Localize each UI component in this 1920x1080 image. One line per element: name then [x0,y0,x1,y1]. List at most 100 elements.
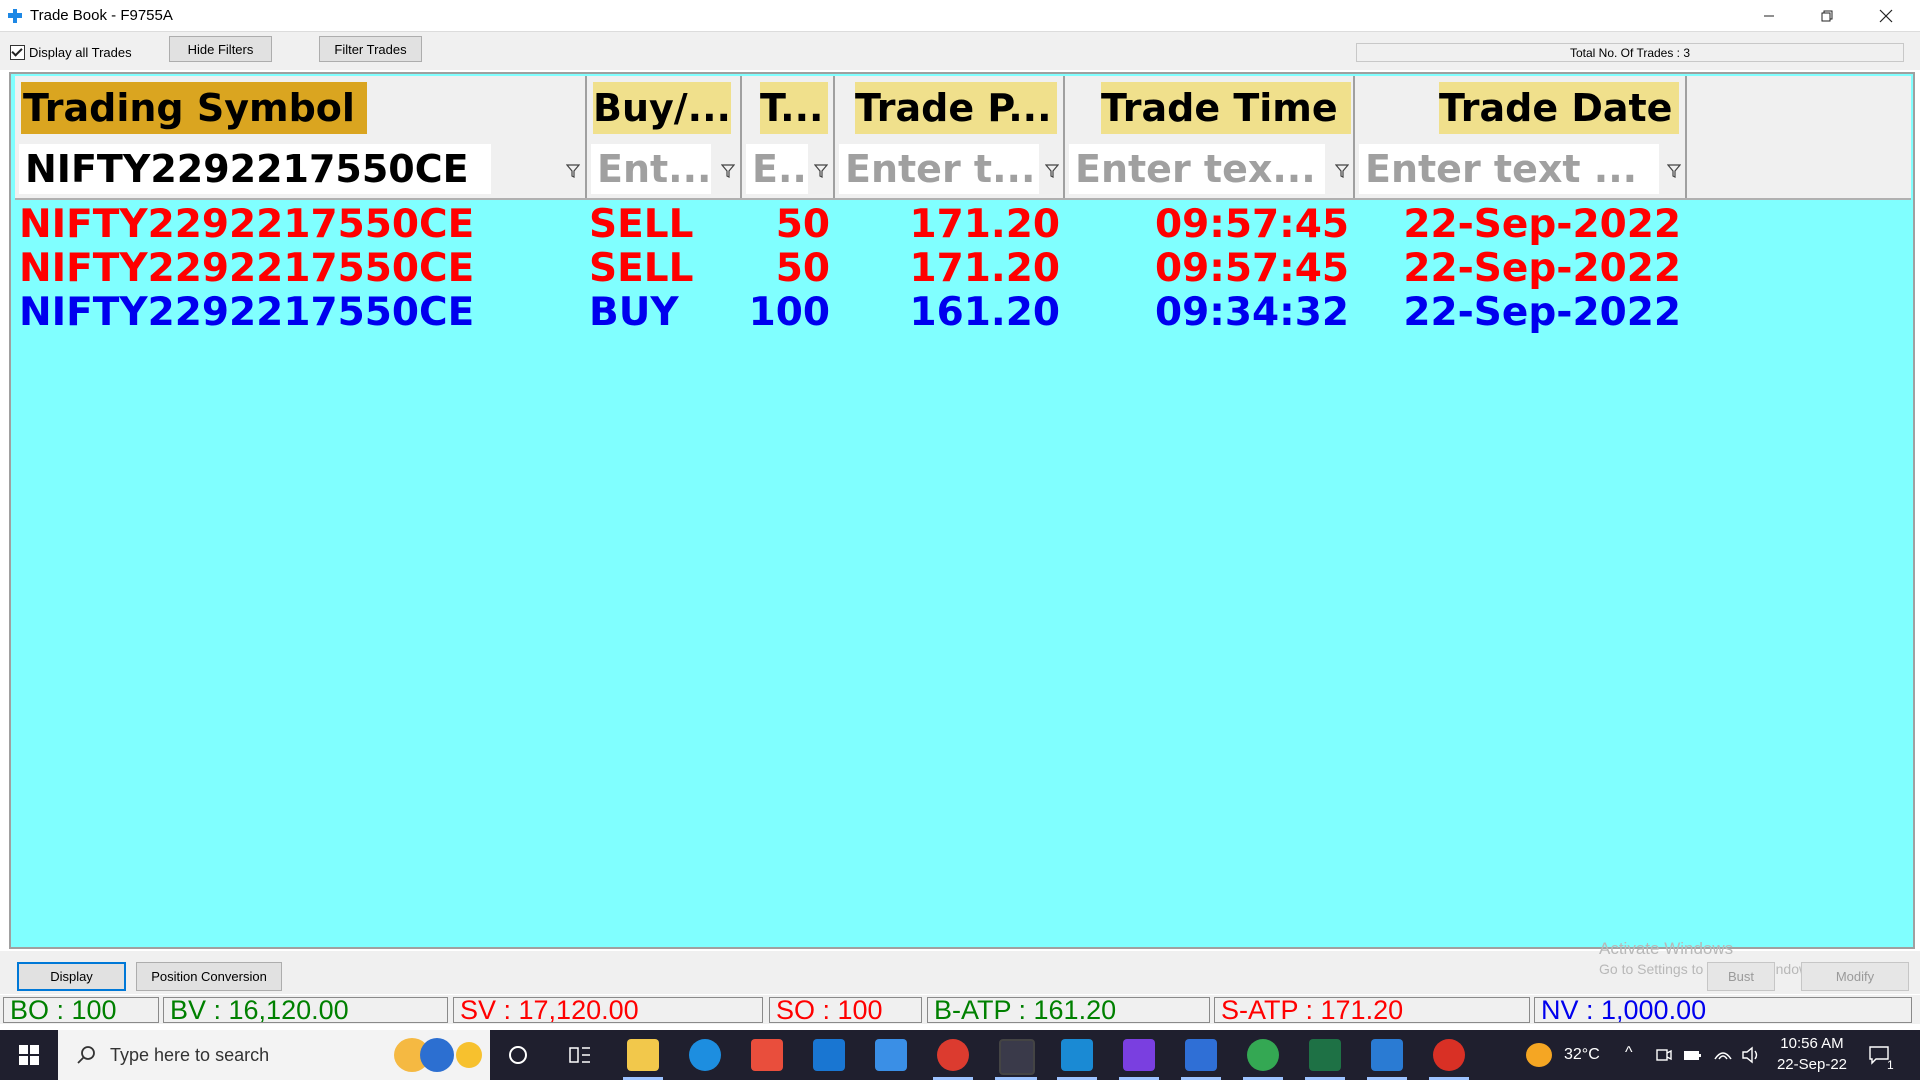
filter-input-trade-price[interactable]: Enter t... [839,144,1039,194]
checkbox-checked-icon[interactable] [10,45,25,60]
excel-icon[interactable] [1309,1039,1341,1071]
display-button[interactable]: Display [17,962,126,991]
filter-funnel-icon[interactable] [566,164,580,178]
chrome-profile-icon[interactable] [937,1039,969,1071]
summary-sell-atp: S-ATP : 171.20 [1214,997,1530,1023]
filter-cell-trade-price: Enter t... [835,138,1065,198]
filter-input-buy-sell[interactable]: Ent... [591,144,711,194]
title-bar: Trade Book - F9755A [0,0,1920,31]
cell-time: 09:57:45 [1154,245,1349,291]
chevron-up-icon[interactable]: ^ [1625,1044,1633,1062]
cell-side: SELL [589,201,694,247]
grid-data-area: NIFTY2292217550CE SELL 50 171.20 09:57:4… [15,202,1911,945]
header-label: T... [760,82,828,134]
windows-taskbar: Type here to search 32°C ^ 10:56 AM 22-S… [0,1030,1920,1080]
header-label: Trade Date [1439,82,1679,134]
chrome-second-profile-icon[interactable] [1433,1039,1465,1071]
temperature-text[interactable]: 32°C [1564,1046,1600,1064]
filter-cell-trade-qty: E.. [742,138,835,198]
cell-side: SELL [589,245,694,291]
cell-symbol: NIFTY2292217550CE [19,201,475,247]
column-header-trade-date[interactable]: Trade Date [1355,76,1687,138]
clock-time[interactable]: 10:56 AM [1779,1035,1845,1052]
cell-price: 161.20 [909,289,1061,335]
file-explorer-icon[interactable] [627,1039,659,1071]
filter-input-trade-qty[interactable]: E.. [746,144,808,194]
cell-side: BUY [589,289,679,335]
cell-qty: 100 [748,289,830,335]
filter-funnel-icon[interactable] [814,164,828,178]
summary-sell-orders: SO : 100 [769,997,922,1023]
globe-icon [420,1038,454,1072]
position-conversion-button[interactable]: Position Conversion [136,962,282,991]
header-label: Trading Symbol [21,82,367,134]
filter-funnel-icon[interactable] [1335,164,1349,178]
snipping-tool-icon[interactable] [1061,1039,1093,1071]
minimize-button[interactable] [1740,0,1798,31]
chrome-icon[interactable] [1247,1039,1279,1071]
display-all-trades-checkbox[interactable]: Display all Trades [10,45,132,60]
summary-buy-orders: BO : 100 [3,997,159,1023]
window-app-icon[interactable] [1185,1039,1217,1071]
table-row[interactable]: NIFTY2292217550CE SELL 50 171.20 09:57:4… [15,245,1911,291]
column-header-trading-symbol[interactable]: Trading Symbol [15,76,587,138]
taskbar-search-box[interactable]: Type here to search [58,1030,490,1080]
activate-windows-watermark: Activate Windows [1599,939,1734,958]
trading-terminal-icon[interactable] [999,1039,1035,1075]
cell-date: 22-Sep-2022 [1403,201,1681,247]
app-icon [8,9,22,23]
hide-filters-button[interactable]: Hide Filters [169,36,272,62]
column-header-buy-sell[interactable]: Buy/... [587,76,742,138]
close-icon [1879,9,1893,22]
cell-date: 22-Sep-2022 [1403,289,1681,335]
column-header-trade-time[interactable]: Trade Time [1065,76,1355,138]
microsoft-store-icon[interactable] [751,1039,783,1071]
mail-icon[interactable] [813,1039,845,1071]
trade-grid: Trading Symbol Buy/... T... Trade P... T… [9,72,1915,949]
grid-header-row: Trading Symbol Buy/... T... Trade P... T… [15,76,1911,138]
column-header-trade-price[interactable]: Trade P... [835,76,1065,138]
filter-funnel-icon[interactable] [1667,164,1681,178]
filter-cell-buy-sell: Ent... [587,138,742,198]
start-button[interactable] [0,1030,58,1080]
search-placeholder: Type here to search [110,1045,270,1065]
cell-symbol: NIFTY2292217550CE [19,245,475,291]
cell-price: 171.20 [909,201,1061,247]
column-header-trade-qty[interactable]: T... [742,76,835,138]
filter-input-trade-date[interactable]: Enter text ... [1359,144,1659,194]
display-all-trades-label: Display all Trades [29,45,132,60]
filter-funnel-icon[interactable] [1045,164,1059,178]
bottom-action-bar: Display Position Conversion Activate Win… [0,939,1920,994]
close-button[interactable] [1856,0,1916,31]
photos-icon[interactable] [1371,1039,1403,1071]
remote-desktop-icon[interactable] [875,1039,907,1071]
clock-date[interactable]: 22-Sep-22 [1774,1056,1850,1073]
sun-icon [456,1042,482,1068]
filter-input-trade-time[interactable]: Enter tex... [1069,144,1325,194]
task-view-icon[interactable] [569,1045,591,1065]
restore-button[interactable] [1798,0,1856,31]
minimize-icon [1764,15,1774,16]
cortana-icon[interactable] [508,1045,528,1065]
battery-icon[interactable] [1683,1046,1703,1064]
gradient-triangle-app-icon[interactable] [1123,1039,1155,1071]
edge-browser-icon[interactable] [689,1039,721,1071]
cell-time: 09:34:32 [1154,289,1349,335]
cell-price: 171.20 [909,245,1061,291]
filter-input-trading-symbol[interactable]: NIFTY2292217550CE [19,144,491,194]
volume-icon[interactable] [1741,1045,1761,1065]
table-row[interactable]: NIFTY2292217550CE BUY 100 161.20 09:34:3… [15,289,1911,335]
modify-button[interactable]: Modify [1801,962,1909,991]
filter-funnel-icon[interactable] [721,164,735,178]
meet-now-icon[interactable] [1655,1046,1673,1064]
filter-trades-button[interactable]: Filter Trades [319,36,422,62]
table-row[interactable]: NIFTY2292217550CE SELL 50 171.20 09:57:4… [15,201,1911,247]
summary-net-value: NV : 1,000.00 [1534,997,1912,1023]
summary-sell-value: SV : 17,120.00 [453,997,763,1023]
weather-icon[interactable] [1526,1043,1552,1067]
window-title: Trade Book - F9755A [30,7,173,24]
header-label: Trade P... [855,82,1057,134]
cell-symbol: NIFTY2292217550CE [19,289,475,335]
wifi-icon[interactable] [1713,1044,1733,1064]
bust-button[interactable]: Bust [1707,962,1775,991]
